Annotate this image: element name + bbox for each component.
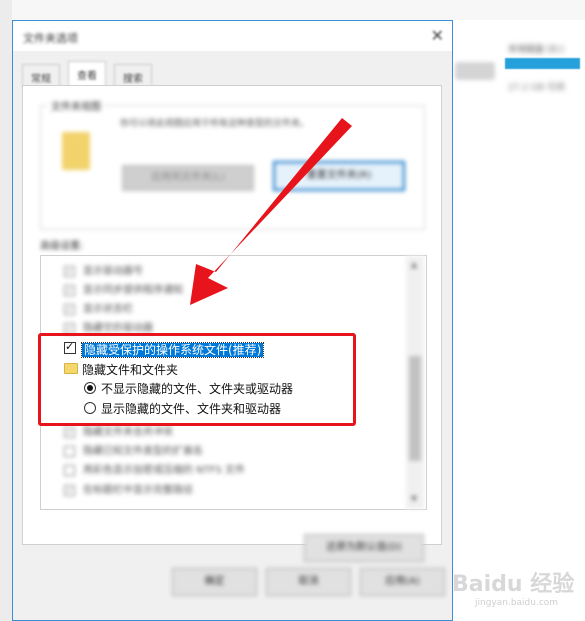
watermark-logo: Baidu 经验 [452,572,575,597]
watermark-url: jingyan.baidu.com [475,598,559,608]
annotation-arrow-icon [190,118,352,305]
